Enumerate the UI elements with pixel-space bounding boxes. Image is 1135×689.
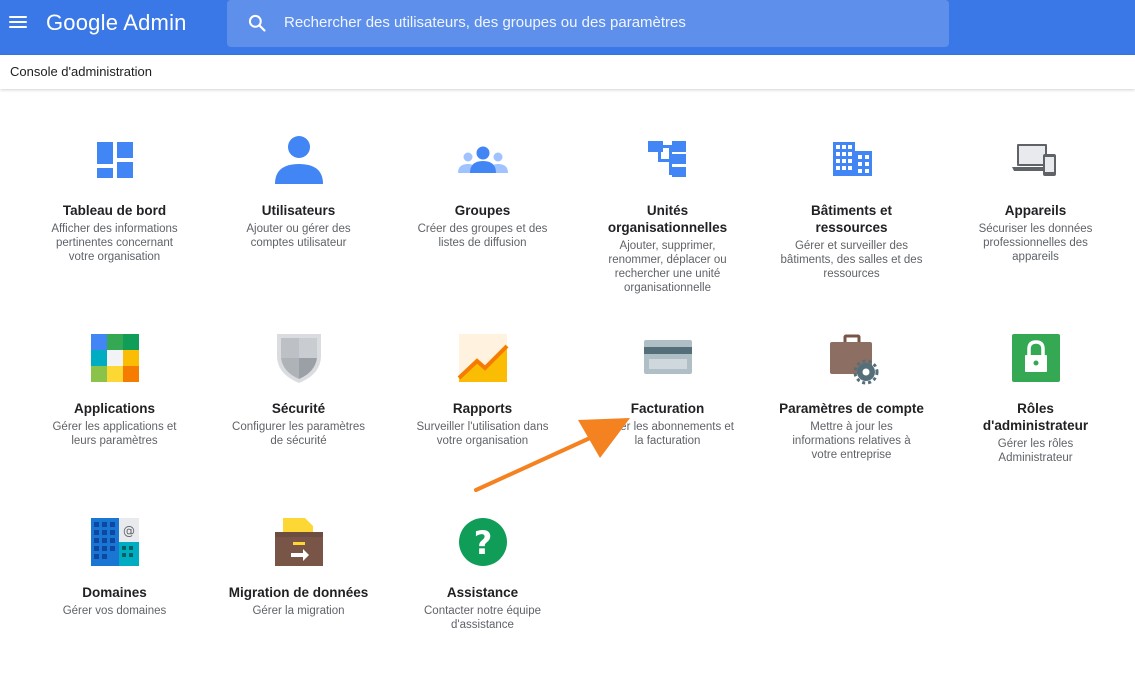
tile-title: Rapports	[452, 401, 513, 416]
tile-description: Gérer les applications et leurs paramètr…	[52, 421, 177, 447]
tile-title: Tableau de bord	[62, 203, 167, 218]
tile-security[interactable]: Sécurité Configurer les paramètres de sé…	[226, 328, 371, 448]
apps-icon	[90, 334, 139, 382]
menu-icon-line	[9, 16, 27, 18]
tile-title: Utilisateurs	[261, 203, 336, 218]
tile-description: Contacter notre équipe d'assistance	[424, 605, 541, 631]
tile-title: Groupes	[454, 203, 511, 218]
org-units-icon	[647, 141, 686, 177]
tile-description: Configurer les paramètres de sécurité	[232, 421, 365, 447]
tile-account-settings[interactable]: Paramètres de compte Mettre à jour les i…	[779, 328, 924, 462]
tile-description: Mettre à jour les informations relatives…	[792, 421, 911, 461]
tile-description: Afficher des informations pertinentes co…	[51, 223, 178, 263]
building-icon	[832, 142, 872, 176]
tile-domains[interactable]: @ Domaines Gérer vos domaines	[42, 512, 187, 618]
tile-title: Applications	[73, 401, 155, 416]
user-icon	[274, 136, 323, 184]
tile-title: Appareils	[1004, 203, 1067, 218]
tile-title: Rôles d'administrateur	[982, 401, 1089, 433]
tile-title: Sécurité	[271, 401, 326, 416]
tile-devices[interactable]: Appareils Sécuriser les données professi…	[963, 130, 1108, 264]
tile-support[interactable]: ? Assistance Contacter notre équipe d'as…	[410, 512, 555, 632]
top-bar: Google Admin Rechercher des utilisateurs…	[0, 0, 1135, 55]
credit-card-icon	[643, 340, 692, 374]
tile-title: Assistance	[446, 585, 519, 600]
tile-title: Unités organisationnelles	[607, 203, 728, 235]
svg-text:@: @	[123, 524, 135, 538]
help-icon: ?	[458, 518, 507, 566]
tile-description: Surveiller l'utilisation dans votre orga…	[416, 421, 549, 447]
dashboard-icon	[96, 142, 133, 178]
shield-icon	[276, 334, 321, 383]
tile-description: Ajouter, supprimer, renommer, déplacer o…	[608, 240, 727, 294]
devices-icon	[1011, 144, 1056, 176]
tile-dashboard[interactable]: Tableau de bord Afficher des information…	[42, 130, 187, 264]
page-title: Console d'administration	[10, 64, 152, 79]
tile-description: Gérer les rôles Administrateur	[997, 438, 1074, 464]
tile-data-migration[interactable]: Migration de données Gérer la migration	[226, 512, 371, 618]
briefcase-gear-icon	[829, 334, 878, 385]
tile-description: Gérer vos domaines	[62, 605, 167, 617]
tile-title: Bâtiments et ressources	[810, 203, 893, 235]
breadcrumb-bar: Console d'administration	[0, 55, 1135, 89]
tile-applications[interactable]: Applications Gérer les applications et l…	[42, 328, 187, 448]
search-placeholder: Rechercher des utilisateurs, des groupes…	[284, 14, 686, 31]
tile-description: Gérer la migration	[252, 605, 345, 617]
tile-title: Domaines	[82, 585, 147, 600]
svg-text:?: ?	[473, 524, 492, 562]
lock-icon	[1011, 334, 1060, 382]
tile-description: Gérer les abonnements et la facturation	[601, 421, 734, 447]
domains-icon: @	[90, 518, 139, 566]
tile-org-units[interactable]: Unités organisationnelles Ajouter, suppr…	[595, 130, 740, 295]
tile-description: Sécuriser les données professionnelles d…	[978, 223, 1093, 263]
menu-icon-line	[9, 21, 27, 23]
app-logo[interactable]: Google Admin	[46, 10, 187, 36]
tile-admin-roles[interactable]: Rôles d'administrateur Gérer les rôles A…	[963, 328, 1108, 465]
search-icon	[248, 14, 266, 32]
reports-icon	[457, 334, 508, 382]
groups-icon	[457, 146, 508, 173]
tile-reports[interactable]: Rapports Surveiller l'utilisation dans v…	[410, 328, 555, 448]
menu-icon-line	[9, 26, 27, 28]
tile-title: Migration de données	[228, 585, 369, 600]
migration-icon	[274, 518, 323, 566]
tile-title: Paramètres de compte	[779, 401, 924, 416]
tile-billing[interactable]: Facturation Gérer les abonnements et la …	[595, 328, 740, 448]
tile-description: Ajouter ou gérer des comptes utilisateur	[246, 223, 351, 249]
tile-users[interactable]: Utilisateurs Ajouter ou gérer des compte…	[226, 130, 371, 250]
tile-title: Facturation	[630, 401, 705, 416]
tile-buildings[interactable]: Bâtiments et ressources Gérer et surveil…	[779, 130, 924, 281]
search-input[interactable]: Rechercher des utilisateurs, des groupes…	[227, 0, 949, 47]
tile-groups[interactable]: Groupes Créer des groupes et des listes …	[410, 130, 555, 250]
tile-description: Gérer et surveiller des bâtiments, des s…	[780, 240, 923, 280]
tile-description: Créer des groupes et des listes de diffu…	[417, 223, 548, 249]
main-menu-button[interactable]	[6, 10, 30, 34]
